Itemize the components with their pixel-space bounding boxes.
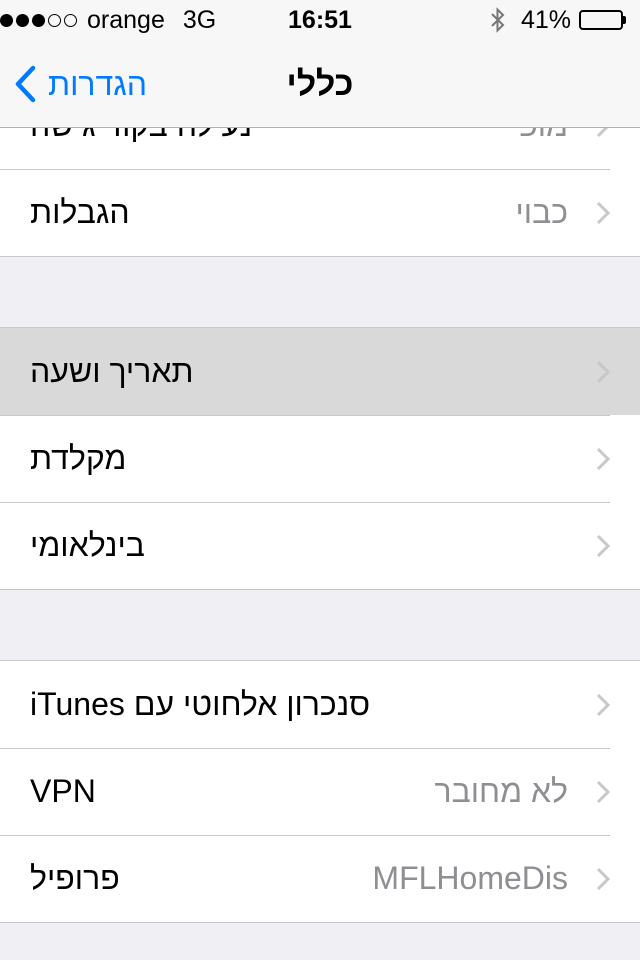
status-left: orange 3G [0,0,216,40]
bluetooth-icon [491,7,505,33]
battery-icon [579,10,626,30]
row-itunes-wifi-sync[interactable]: סנכרון אלחוטי עם iTunes [0,661,640,748]
settings-group-regional: תאריך ושעה מקלדת בינלאומי [0,327,640,590]
chevron-right-icon [596,447,610,470]
battery-percent: 41% [520,5,571,34]
chevron-right-icon [596,867,610,890]
row-label: הגבלות [30,194,130,230]
row-label: פרופיל [30,860,120,896]
status-bar: orange 3G 16:51 41% [0,0,640,40]
row-restrictions[interactable]: הגבלות כבוי [0,169,640,256]
row-vpn[interactable]: VPN לא מחובר [0,748,640,835]
row-label: VPN [30,773,96,809]
chevron-right-icon [596,693,610,716]
row-label: תאריך ושעה [30,353,194,389]
row-keyboard[interactable]: מקלדת [0,415,640,502]
row-value: MFLHomeDis [372,860,568,896]
row-label: סנכרון אלחוטי עם iTunes [30,686,371,722]
row-date-time[interactable]: תאריך ושעה [0,328,640,415]
network-type: 3G [182,5,217,34]
row-label: בינלאומי [30,527,145,563]
settings-list: נעילה בקוד גישה מופ הגבלות כבוי תאריך וש… [0,40,640,923]
navigation-bar: הגדרות כללי [0,40,640,128]
row-label: מקלדת [30,440,127,476]
chevron-right-icon [596,360,610,383]
signal-strength-icon [0,13,77,27]
page-title: כללי [286,65,354,103]
chevron-right-icon [596,780,610,803]
row-profile[interactable]: פרופיל MFLHomeDis [0,835,640,922]
row-value: כבוי [515,194,568,230]
chevron-right-icon [596,201,610,224]
settings-group-network: סנכרון אלחוטי עם iTunes VPN לא מחובר פרו… [0,660,640,923]
row-international[interactable]: בינלאומי [0,502,640,589]
chevron-right-icon [596,534,610,557]
row-value: לא מחובר [434,773,568,809]
carrier-name: orange [87,5,165,34]
status-right: 41% [491,0,626,40]
